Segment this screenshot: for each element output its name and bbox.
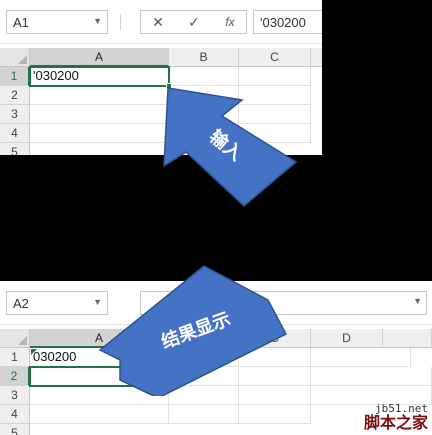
error-indicator-icon[interactable]: [31, 349, 37, 355]
row-header-5[interactable]: 5: [0, 424, 30, 435]
watermark: jb51.net 脚本之家: [364, 402, 428, 433]
select-all-corner[interactable]: [0, 329, 30, 348]
select-all-corner[interactable]: [0, 48, 30, 67]
row-header-1[interactable]: 1: [0, 348, 30, 367]
formula-buttons: ✕ ✓ fx: [140, 10, 247, 34]
insert-function-icon[interactable]: fx: [221, 15, 239, 29]
watermark-name: 脚本之家: [363, 415, 428, 432]
column-header-d[interactable]: D: [311, 329, 383, 348]
cell-d2[interactable]: [311, 367, 432, 386]
chevron-down-icon[interactable]: ▼: [93, 16, 102, 26]
cell-a2[interactable]: [30, 86, 169, 105]
cell-d1[interactable]: [311, 348, 411, 367]
enter-icon[interactable]: ✓: [185, 14, 203, 31]
input-callout-arrow: 输入: [163, 87, 298, 208]
column-header-a[interactable]: A: [30, 48, 169, 67]
row-header-4[interactable]: 4: [0, 405, 30, 424]
formula-bar: A1 ▼ ✕ ✓ fx '030200: [0, 0, 322, 44]
divider: [120, 14, 121, 30]
cell-a4[interactable]: [30, 405, 169, 424]
name-box[interactable]: A1 ▼: [6, 10, 108, 34]
column-header-c[interactable]: C: [239, 48, 311, 67]
column-header-b[interactable]: B: [169, 48, 239, 67]
cancel-icon[interactable]: ✕: [149, 14, 167, 31]
name-box-value: A2: [13, 296, 29, 311]
watermark-url: jb51.net: [375, 402, 428, 415]
column-header-next[interactable]: [311, 48, 322, 67]
column-header-next[interactable]: [383, 329, 432, 348]
row-header-2[interactable]: 2: [0, 86, 30, 105]
row-header-5[interactable]: 5: [0, 143, 30, 155]
cell-a4[interactable]: [30, 124, 169, 143]
formula-input[interactable]: '030200: [253, 10, 322, 34]
cell-a5[interactable]: [30, 143, 169, 155]
row-header-3[interactable]: 3: [0, 386, 30, 405]
row-header-4[interactable]: 4: [0, 124, 30, 143]
row-header-1[interactable]: 1: [0, 67, 30, 86]
row-header-3[interactable]: 3: [0, 105, 30, 124]
name-box-value: A1: [13, 15, 29, 30]
result-callout-arrow: 结果显示: [98, 265, 288, 396]
cell-b4[interactable]: [169, 405, 239, 424]
cell-a3[interactable]: [30, 105, 169, 124]
active-cell-selection: [29, 66, 172, 89]
expand-formula-icon[interactable]: ▼: [413, 296, 422, 306]
cell-c4[interactable]: [239, 405, 311, 424]
row-header-2[interactable]: 2: [0, 367, 30, 386]
